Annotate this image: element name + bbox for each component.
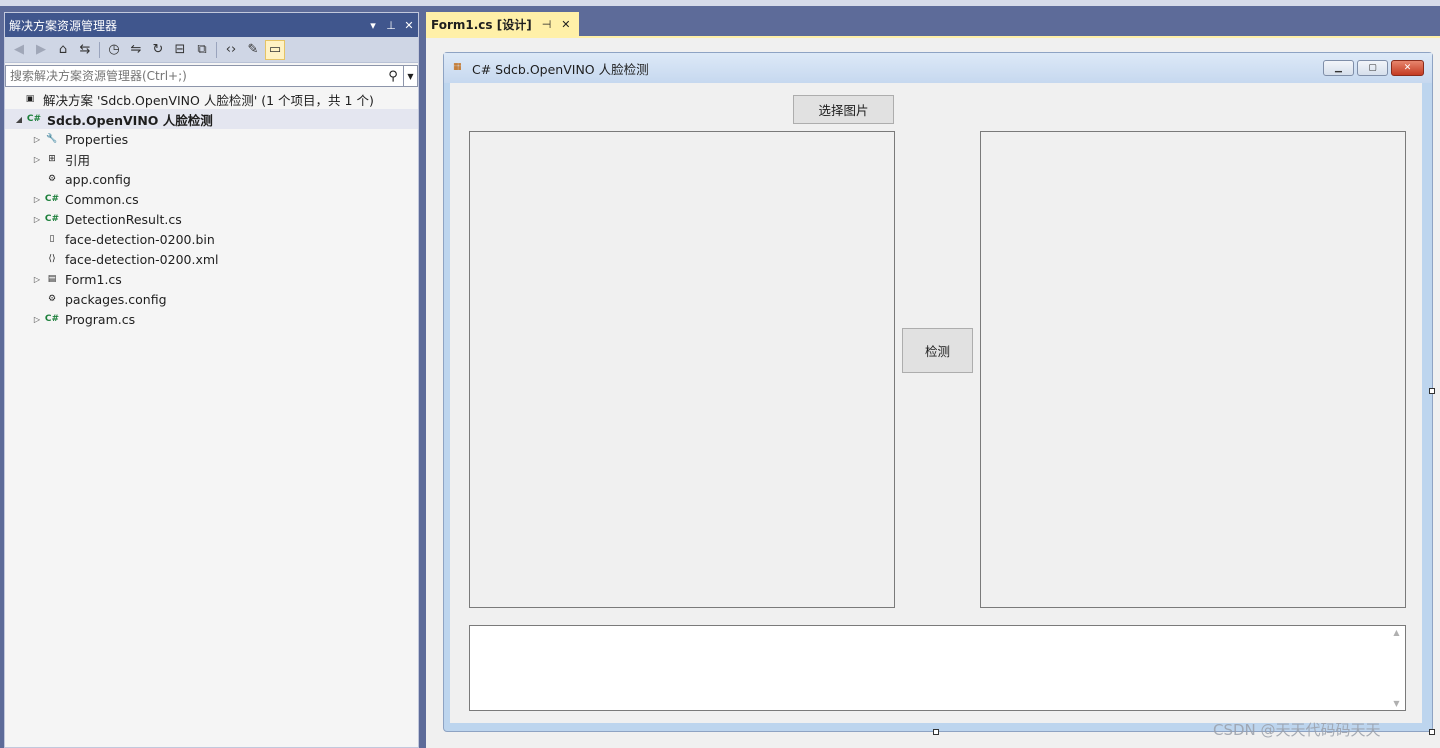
dropdown-icon[interactable]: ▾ — [364, 19, 382, 32]
search-options-icon[interactable]: ▼ — [403, 66, 417, 86]
window-close-icon[interactable]: ✕ — [1391, 60, 1424, 76]
csharp-file-icon: C# — [44, 314, 60, 324]
tree-item-label: 引用 — [65, 152, 91, 168]
solution-tree: ▣ 解决方案 'Sdcb.OpenVINO 人脸检测' (1 个项目，共 1 个… — [5, 89, 418, 329]
form-icon: ▦ — [453, 62, 462, 72]
output-textbox[interactable]: ▲ ▼ — [469, 625, 1406, 711]
file-icon: ▯ — [49, 234, 55, 244]
tree-item[interactable]: ⚙ packages.config — [5, 289, 418, 309]
tab-label: Form1.cs [设计] — [431, 17, 532, 32]
solution-icon: ▣ — [25, 94, 35, 104]
home-icon[interactable]: ⌂ — [53, 40, 73, 60]
solution-node[interactable]: ▣ 解决方案 'Sdcb.OpenVINO 人脸检测' (1 个项目，共 1 个… — [5, 89, 418, 109]
show-all-files-icon[interactable]: ⧉ — [192, 40, 212, 60]
result-picturebox[interactable] — [980, 131, 1406, 608]
tree-item-label: DetectionResult.cs — [65, 211, 182, 227]
csharp-file-icon: C# — [44, 194, 60, 204]
toolbar-separator — [99, 41, 100, 58]
tree-item-label: Properties — [65, 131, 129, 147]
wrench-icon: 🔧 — [46, 134, 58, 144]
tree-item-label: Program.cs — [65, 311, 136, 327]
watermark: CSDN @天天代码码天天 — [1213, 721, 1381, 739]
config-file-icon: ⚙ — [47, 174, 57, 184]
pin-icon[interactable]: ⊥ — [382, 19, 400, 32]
form-title: C# Sdcb.OpenVINO 人脸检测 — [472, 61, 649, 77]
textbox-scrollbar[interactable]: ▲ ▼ — [1388, 626, 1405, 710]
pending-changes-icon[interactable]: ◷ — [104, 40, 124, 60]
solution-explorer-titlebar: 解决方案资源管理器 ▾ ⊥ ✕ — [5, 13, 418, 37]
tree-item[interactable]: ▷ ▤ Form1.cs — [5, 269, 418, 289]
expand-arrow-icon[interactable]: ▷ — [31, 275, 43, 284]
form-titlebar: ▦ C# Sdcb.OpenVINO 人脸检测 ▁ ▢ ✕ — [444, 53, 1432, 83]
form-client-area: 选择图片 检测 ▲ ▼ — [450, 83, 1422, 723]
tree-item[interactable]: ⚙ app.config — [5, 169, 418, 189]
solution-label: 解决方案 'Sdcb.OpenVINO 人脸检测' (1 个项目，共 1 个) — [43, 92, 374, 108]
tree-item[interactable]: ▯ face-detection-0200.bin — [5, 229, 418, 249]
tree-item-label: Common.cs — [65, 191, 139, 207]
collapse-arrow-icon[interactable]: ◢ — [13, 115, 25, 124]
forward-icon[interactable]: ▶ — [31, 40, 51, 60]
project-node[interactable]: ◢ C# Sdcb.OpenVINO 人脸检测 — [5, 109, 418, 129]
expand-arrow-icon[interactable]: ▷ — [31, 215, 43, 224]
config-file-icon: ⚙ — [47, 294, 57, 304]
close-icon[interactable]: ✕ — [400, 19, 418, 32]
refresh-icon[interactable]: ↻ — [148, 40, 168, 60]
expand-arrow-icon[interactable]: ▷ — [31, 315, 43, 324]
search-box[interactable]: ⚲ ▼ — [5, 65, 418, 87]
collapse-all-icon[interactable]: ⊟ — [170, 40, 190, 60]
solution-explorer-panel: 解决方案资源管理器 ▾ ⊥ ✕ ◀ ▶ ⌂ ⇆ ◷ ⇋ ↻ ⊟ ⧉ ‹› ✎ ▭… — [4, 12, 419, 748]
form-file-icon: ▤ — [47, 274, 57, 284]
solution-explorer-title: 解决方案资源管理器 — [9, 18, 118, 33]
expand-arrow-icon[interactable]: ▷ — [31, 195, 43, 204]
search-input[interactable] — [10, 69, 383, 83]
expand-arrow-icon[interactable]: ▷ — [31, 135, 43, 144]
csharp-project-icon: C# — [26, 114, 42, 124]
scroll-up-icon[interactable]: ▲ — [1393, 628, 1399, 637]
references-icon: ⊞ — [48, 154, 56, 164]
detect-button[interactable]: 检测 — [902, 328, 973, 373]
resize-handle-bottom[interactable] — [933, 729, 939, 735]
maximize-icon[interactable]: ▢ — [1357, 60, 1388, 76]
tree-item[interactable]: ⟨⟩ face-detection-0200.xml — [5, 249, 418, 269]
resize-handle-right[interactable] — [1429, 388, 1435, 394]
tree-item-label: packages.config — [65, 291, 167, 307]
tree-item-label: Form1.cs — [65, 271, 122, 287]
select-image-button[interactable]: 选择图片 — [793, 95, 894, 124]
back-icon[interactable]: ◀ — [9, 40, 29, 60]
view-code-icon[interactable]: ‹› — [221, 40, 241, 60]
tree-item-label: app.config — [65, 171, 131, 187]
properties-icon[interactable]: ✎ — [243, 40, 263, 60]
tree-item[interactable]: ▷ C# Common.cs — [5, 189, 418, 209]
csharp-file-icon: C# — [44, 214, 60, 224]
form-designer-surface: ▦ C# Sdcb.OpenVINO 人脸检测 ▁ ▢ ✕ 选择图片 检测 ▲ … — [426, 36, 1440, 748]
ide-top-strip — [0, 0, 1440, 6]
tree-item-label: face-detection-0200.xml — [65, 251, 219, 267]
switch-views-icon[interactable]: ⇆ — [75, 40, 95, 60]
search-icon[interactable]: ⚲ — [383, 69, 403, 84]
tree-item-label: face-detection-0200.bin — [65, 231, 215, 247]
resize-handle-corner[interactable] — [1429, 729, 1435, 735]
preview-icon[interactable]: ▭ — [265, 39, 285, 60]
close-tab-icon[interactable]: ✕ — [561, 18, 570, 31]
sync-icon[interactable]: ⇋ — [126, 40, 146, 60]
source-picturebox[interactable] — [469, 131, 895, 608]
pin-tab-icon[interactable]: ⊣ — [542, 18, 552, 31]
expand-arrow-icon[interactable]: ▷ — [31, 155, 43, 164]
tree-item[interactable]: ▷ 🔧 Properties — [5, 129, 418, 149]
solution-explorer-toolbar: ◀ ▶ ⌂ ⇆ ◷ ⇋ ↻ ⊟ ⧉ ‹› ✎ ▭ — [5, 37, 418, 63]
project-label: Sdcb.OpenVINO 人脸检测 — [47, 112, 213, 128]
scroll-down-icon[interactable]: ▼ — [1393, 699, 1399, 708]
toolbar-separator — [216, 41, 217, 58]
xml-file-icon: ⟨⟩ — [48, 254, 56, 264]
tree-item[interactable]: ▷ C# DetectionResult.cs — [5, 209, 418, 229]
tab-form1-design[interactable]: Form1.cs [设计] ⊣ ✕ — [426, 12, 579, 36]
document-tabbar: Form1.cs [设计] ⊣ ✕ — [426, 12, 1440, 36]
minimize-icon[interactable]: ▁ — [1323, 60, 1354, 76]
designed-form[interactable]: ▦ C# Sdcb.OpenVINO 人脸检测 ▁ ▢ ✕ 选择图片 检测 ▲ … — [443, 52, 1433, 732]
tree-item[interactable]: ▷ ⊞ 引用 — [5, 149, 418, 169]
tree-item[interactable]: ▷ C# Program.cs — [5, 309, 418, 329]
